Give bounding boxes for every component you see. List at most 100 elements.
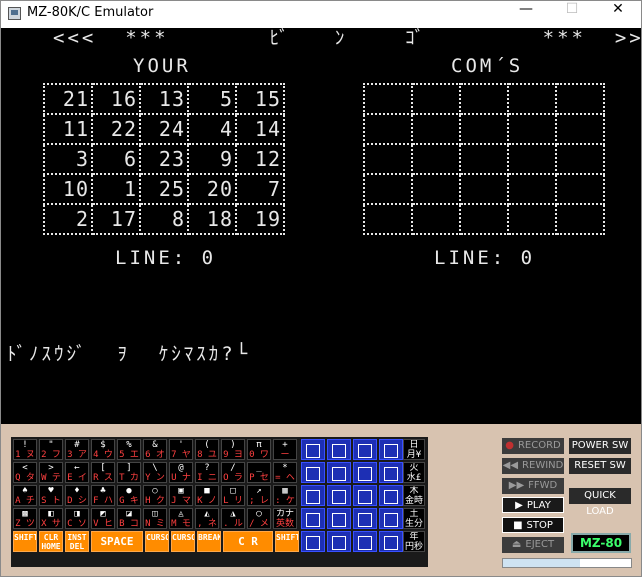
- key-symbol: *: [282, 463, 288, 473]
- graphic-key[interactable]: [353, 531, 377, 552]
- graphic-key[interactable]: [327, 439, 351, 460]
- space-key[interactable]: SPACE: [91, 531, 143, 552]
- graphic-key[interactable]: [353, 462, 377, 483]
- graphic-key[interactable]: [353, 508, 377, 529]
- key-symbol: ◫: [152, 509, 158, 519]
- keyboard-key[interactable]: \ Y ン: [143, 462, 167, 483]
- keyboard-key[interactable]: ♠ A チ: [13, 485, 37, 506]
- key-symbol: [: [100, 463, 106, 473]
- reset-switch-button[interactable]: RESET SW: [569, 458, 631, 474]
- graphic-key[interactable]: [379, 531, 403, 552]
- graphic-key[interactable]: [301, 462, 325, 483]
- inst-del-key[interactable]: INST DEL: [65, 531, 89, 552]
- eject-button[interactable]: ⏏ EJECT: [502, 537, 564, 553]
- close-button[interactable]: ✕: [595, 1, 641, 28]
- keyboard-key[interactable]: ◬ M モ: [169, 508, 193, 529]
- cursor-updown-key[interactable]: CURSOR: [145, 531, 169, 552]
- keyboard-key[interactable]: ◧ X サ: [39, 508, 63, 529]
- keyboard-key[interactable]: ● G キ: [117, 485, 141, 506]
- keyboard-key[interactable]: ◯ / メ: [247, 508, 271, 529]
- power-switch-button[interactable]: POWER SW: [569, 438, 631, 454]
- keyboard-key[interactable]: % 5 エ: [117, 439, 141, 460]
- keyboard-key[interactable]: ) 9 ヨ: [221, 439, 245, 460]
- keyboard-key[interactable]: ▦: ケ: [273, 485, 297, 506]
- keyboard-key[interactable]: ◭, ネ: [195, 508, 219, 529]
- graphic-key[interactable]: [379, 485, 403, 506]
- keyboard-key[interactable]: ♥ S ト: [39, 485, 63, 506]
- keyboard-key[interactable]: ◨ C ソ: [65, 508, 89, 529]
- keyboard-key[interactable]: ] T カ: [117, 462, 141, 483]
- keyboard-key[interactable]: * = ヘ: [273, 462, 297, 483]
- graphic-glyph-icon: [306, 467, 320, 481]
- shift-left-key[interactable]: SHIFT: [13, 531, 37, 552]
- keyboard-key[interactable]: @ U ナ: [169, 462, 193, 483]
- key-symbol: &: [152, 440, 158, 450]
- shift-right-key[interactable]: SHIFT: [275, 531, 299, 552]
- keyboard-key[interactable]: #3 ア: [65, 439, 89, 460]
- screen-header: <<< *** ﾋﾞ ﾝ ｺﾞ *** >>>: [53, 28, 641, 49]
- graphic-key[interactable]: [379, 508, 403, 529]
- cursor-leftright-key[interactable]: CURSOR: [171, 531, 195, 552]
- keyboard-key[interactable]: / O ラ: [221, 462, 245, 483]
- rewind-button[interactable]: ◀◀ REWIND: [502, 458, 564, 474]
- graphic-key[interactable]: [327, 531, 351, 552]
- keyboard-key[interactable]: ◮. ル: [221, 508, 245, 529]
- keyboard-key[interactable]: & 6 オ: [143, 439, 167, 460]
- keyboard-key[interactable]: ◪ B コ: [117, 508, 141, 529]
- stop-button[interactable]: ■ STOP: [502, 517, 564, 533]
- keyboard-key[interactable]: ♦ D シ: [65, 485, 89, 506]
- keyboard-key[interactable]: (8 ユ: [195, 439, 219, 460]
- date-key[interactable]: 木 金時: [403, 485, 425, 506]
- keyboard-key[interactable]: ! 1 ヌ: [13, 439, 37, 460]
- key-symbol: ♣: [100, 486, 106, 496]
- keyboard-key[interactable]: カナ 英数: [273, 508, 297, 529]
- keyboard-key[interactable]: > W テ: [39, 462, 63, 483]
- keyboard-key[interactable]: ' 7 ヤ: [169, 439, 193, 460]
- keyboard-key[interactable]: _ P セ: [247, 462, 271, 483]
- clr-home-key[interactable]: CLR HOME: [39, 531, 63, 552]
- date-key[interactable]: 年 円秒: [403, 531, 425, 552]
- record-button[interactable]: ● RECORD: [502, 438, 564, 454]
- keyboard-key[interactable]: [R ス: [91, 462, 115, 483]
- keyboard-key[interactable]: ▩ Z ツ: [13, 508, 37, 529]
- play-button[interactable]: ▶ PLAY: [502, 497, 564, 513]
- keyboard-key[interactable]: ♣ F ハ: [91, 485, 115, 506]
- keyboard-key[interactable]: ■ K ノ: [195, 485, 219, 506]
- keyboard-key[interactable]: ○ H ク: [143, 485, 167, 506]
- keyboard-key[interactable]: " 2 フ: [39, 439, 63, 460]
- graphic-key[interactable]: [379, 462, 403, 483]
- graphic-key[interactable]: [353, 439, 377, 460]
- break-key[interactable]: BREAK: [197, 531, 221, 552]
- minimize-button[interactable]: —: [503, 1, 549, 28]
- keyboard-key[interactable]: □ L リ: [221, 485, 245, 506]
- graphic-key[interactable]: [301, 508, 325, 529]
- emulator-screen[interactable]: <<< *** ﾋﾞ ﾝ ｺﾞ *** >>> YOUR COM´S 21 16 1…: [1, 28, 641, 424]
- keyboard-key[interactable]: ↗; レ: [247, 485, 271, 506]
- quick-load-button[interactable]: QUICK LOAD: [569, 488, 631, 517]
- graphic-key[interactable]: [301, 531, 325, 552]
- maximize-button[interactable]: ☐: [549, 1, 595, 28]
- graphic-key[interactable]: [327, 485, 351, 506]
- keyboard-key[interactable]: ◫ N ミ: [143, 508, 167, 529]
- carriage-return-key[interactable]: C R: [223, 531, 273, 552]
- graphic-key[interactable]: [379, 439, 403, 460]
- keyboard-key[interactable]: ▣ J マ: [169, 485, 193, 506]
- graphic-key[interactable]: [301, 439, 325, 460]
- graphic-key[interactable]: [327, 462, 351, 483]
- keyboard-key[interactable]: ← E イ: [65, 462, 89, 483]
- board-cell: [459, 113, 509, 145]
- keyboard-key[interactable]: ? I ニ: [195, 462, 219, 483]
- date-key[interactable]: 日 月¥: [403, 439, 425, 460]
- date-key[interactable]: 火 水£: [403, 462, 425, 483]
- keyboard-key[interactable]: < Q タ: [13, 462, 37, 483]
- graphic-key[interactable]: [327, 508, 351, 529]
- keyboard-key[interactable]: +ー ホ: [273, 439, 297, 460]
- keyboard-key[interactable]: $4 ウ: [91, 439, 115, 460]
- keyboard-key[interactable]: ◩ V ヒ: [91, 508, 115, 529]
- ffwd-button[interactable]: ▶▶ FFWD: [502, 478, 564, 494]
- graphic-key[interactable]: [301, 485, 325, 506]
- graphic-key[interactable]: [353, 485, 377, 506]
- com-line-count: LINE: 0: [434, 247, 536, 269]
- date-key[interactable]: 土 生分: [403, 508, 425, 529]
- keyboard-key[interactable]: π0 ワ: [247, 439, 271, 460]
